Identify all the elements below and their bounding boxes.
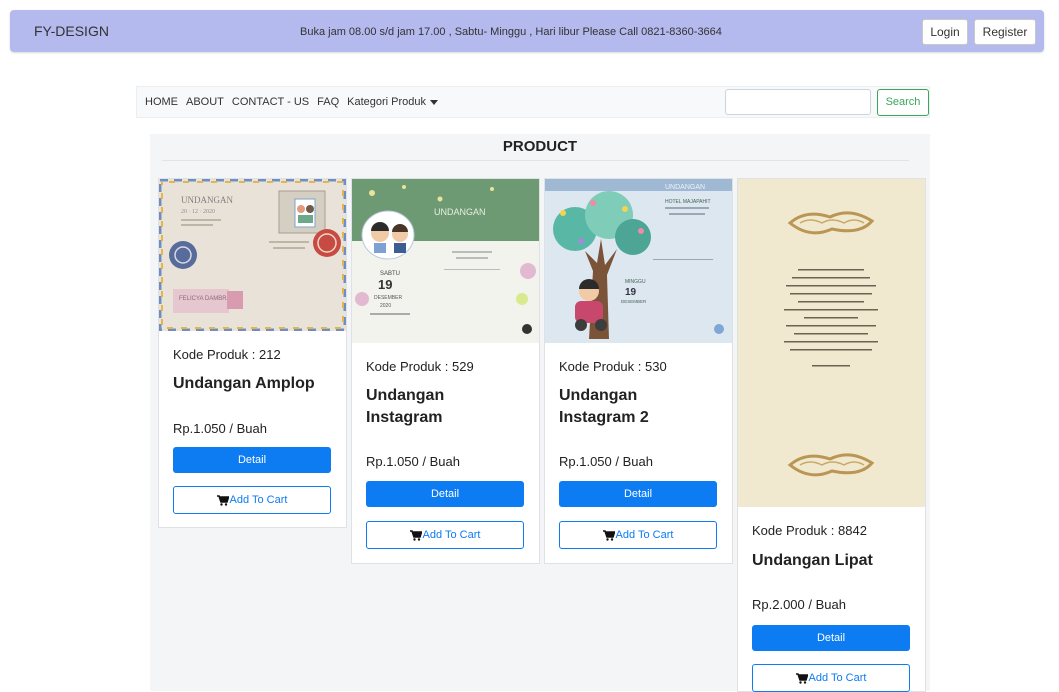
section-divider: [162, 160, 909, 161]
product-code: Kode Produk : 8842: [752, 523, 867, 538]
brand-logo[interactable]: FY-DESIGN: [34, 23, 109, 39]
product-name-line2: Instagram 2: [559, 409, 649, 426]
add-to-cart-label: Add To Cart: [422, 529, 481, 541]
product-name[interactable]: Undangan Amplop: [173, 373, 315, 395]
thumb-text-instagram-2: UNDANGAN: [665, 184, 705, 191]
product-code: Kode Produk : 212: [173, 347, 281, 362]
top-header: FY-DESIGN Buka jam 08.00 s/d jam 17.00 ,…: [10, 10, 1044, 52]
search-button[interactable]: Search: [877, 89, 929, 116]
nav-about[interactable]: ABOUT: [186, 96, 224, 108]
product-price: Rp.1.050 / Buah: [366, 454, 460, 469]
detail-button[interactable]: Detail: [752, 625, 910, 651]
product-card-529: UNDANGAN SABTU 19 DESEMBER 2020 Kode Pro…: [351, 178, 540, 564]
product-name[interactable]: Undangan Instagram 2: [559, 385, 649, 429]
register-button[interactable]: Register: [974, 19, 1036, 45]
main-navbar: HOME ABOUT CONTACT - US FAQ Kategori Pro…: [136, 86, 930, 118]
add-to-cart-label: Add To Cart: [229, 494, 288, 506]
product-image-instagram[interactable]: UNDANGAN SABTU 19 DESEMBER 2020: [352, 179, 539, 343]
product-card-530: UNDANGAN HOTEL MAJAPAHIT MINGGU 19 DESEM…: [544, 178, 733, 564]
thumb-year: 2020: [380, 303, 391, 309]
cart-icon: [409, 529, 422, 541]
add-to-cart-button[interactable]: Add To Cart: [366, 521, 524, 549]
thumb-text-amplop: UNDANGAN: [181, 195, 233, 205]
cart-icon: [216, 494, 229, 506]
add-to-cart-label: Add To Cart: [615, 529, 674, 541]
nav-kategori-dropdown[interactable]: Kategori Produk: [347, 96, 439, 108]
product-image-instagram-2[interactable]: UNDANGAN HOTEL MAJAPAHIT MINGGU 19 DESEM…: [545, 179, 732, 343]
thumb-day: MINGGU: [625, 279, 646, 285]
section-title: PRODUCT: [502, 138, 578, 155]
product-name-line1: Undangan: [366, 387, 445, 404]
nav-contact[interactable]: CONTACT - US: [232, 96, 309, 108]
nav-faq[interactable]: FAQ: [317, 96, 339, 108]
add-to-cart-label: Add To Cart: [808, 672, 867, 684]
thumb-month: DESEMBER: [374, 295, 402, 301]
detail-button[interactable]: Detail: [366, 481, 524, 507]
search-input[interactable]: [725, 89, 871, 115]
add-to-cart-button[interactable]: Add To Cart: [752, 664, 910, 692]
nav-kategori-label: Kategori Produk: [347, 96, 427, 108]
product-image-amplop[interactable]: UNDANGAN 20 · 12 · 2020 FELICYA DAMBRA: [159, 179, 346, 331]
thumb-date: 19: [378, 277, 392, 292]
product-code: Kode Produk : 529: [366, 359, 474, 374]
product-name[interactable]: Undangan Lipat: [752, 550, 873, 572]
product-price: Rp.1.050 / Buah: [173, 421, 267, 436]
add-to-cart-button[interactable]: Add To Cart: [559, 521, 717, 549]
product-price: Rp.2.000 / Buah: [752, 597, 846, 612]
product-card-212: UNDANGAN 20 · 12 · 2020 FELICYA DAMBRA K…: [158, 178, 347, 528]
thumb-month: DESEMBER: [621, 299, 647, 304]
product-name-line1: Undangan: [559, 387, 638, 404]
detail-button[interactable]: Detail: [173, 447, 331, 473]
login-button[interactable]: Login: [922, 19, 968, 45]
thumb-date: 19: [625, 287, 637, 298]
add-to-cart-button[interactable]: Add To Cart: [173, 486, 331, 514]
nav-home[interactable]: HOME: [145, 96, 178, 108]
cart-icon: [602, 529, 615, 541]
cart-icon: [795, 672, 808, 684]
product-name[interactable]: Undangan Instagram: [366, 385, 444, 429]
opening-hours-text: Buka jam 08.00 s/d jam 17.00 , Sabtu- Mi…: [300, 26, 722, 38]
product-price: Rp.1.050 / Buah: [559, 454, 653, 469]
thumb-text-instagram: UNDANGAN: [434, 207, 486, 217]
thumb-hotel: HOTEL MAJAPAHIT: [665, 199, 711, 205]
caret-down-icon: [430, 99, 439, 105]
product-name-line2: Instagram: [366, 409, 443, 426]
svg-text:20 · 12 · 2020: 20 · 12 · 2020: [181, 209, 215, 215]
detail-button[interactable]: Detail: [559, 481, 717, 507]
product-image-lipat[interactable]: [738, 179, 925, 507]
nav-links: HOME ABOUT CONTACT - US FAQ Kategori Pro…: [145, 96, 439, 108]
product-code: Kode Produk : 530: [559, 359, 667, 374]
product-panel: PRODUCT UNDANGAN 20 · 12 · 2020 FELICYA …: [150, 134, 930, 692]
product-card-8842: Kode Produk : 8842 Undangan Lipat Rp.2.0…: [737, 178, 926, 692]
thumb-couple-names: FELICYA DAMBRA: [179, 296, 231, 302]
